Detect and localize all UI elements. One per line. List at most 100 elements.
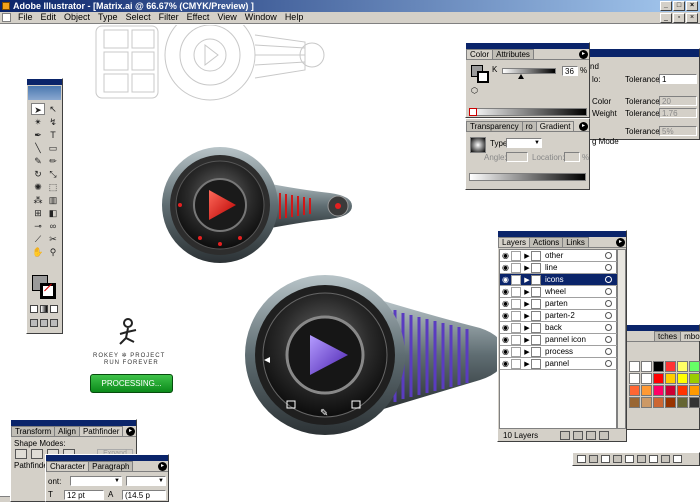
tab-align[interactable]: Align [54, 426, 80, 436]
swatch-btn-1[interactable] [577, 455, 586, 463]
gradient-location-field[interactable] [564, 152, 580, 162]
color-swatch[interactable] [677, 373, 688, 384]
target-icon[interactable] [605, 312, 612, 319]
menu-view[interactable]: View [213, 12, 240, 23]
tab-pathfinder[interactable]: Pathfinder [78, 426, 124, 436]
color-swatch[interactable] [653, 397, 664, 408]
target-icon[interactable] [605, 252, 612, 259]
eye-icon[interactable]: ◉ [500, 287, 511, 296]
font-style-select[interactable]: ▼ [126, 476, 166, 486]
swatch-btn-7[interactable] [649, 455, 658, 463]
direct-selection-tool-icon[interactable]: ↖ [46, 103, 60, 115]
tolerance-field-2[interactable]: 1.76 [659, 108, 697, 118]
color-swatch[interactable] [653, 385, 664, 396]
swatch-btn-8[interactable] [661, 455, 670, 463]
type-tool-icon[interactable]: T [46, 129, 60, 141]
delete-layer-button[interactable] [599, 431, 609, 440]
toolbox-titlebar[interactable] [27, 79, 62, 85]
eyedropper-tool-icon[interactable]: ⊸ [31, 220, 45, 232]
eye-icon[interactable]: ◉ [500, 251, 511, 260]
color-swatch[interactable] [653, 373, 664, 384]
new-layer-button[interactable] [586, 431, 596, 440]
gradient-preview-swatch[interactable] [470, 137, 486, 153]
color-swatch[interactable] [665, 361, 676, 372]
layer-row[interactable]: ◉ ▶ parten [500, 298, 618, 310]
pencil-tool-icon[interactable]: ✏ [46, 155, 60, 167]
target-icon[interactable] [605, 300, 612, 307]
eye-icon[interactable]: ◉ [500, 347, 511, 356]
expand-arrow-icon[interactable]: ▶ [523, 276, 531, 284]
lock-toggle[interactable] [511, 250, 521, 261]
tab-symbols[interactable]: mbols [680, 331, 700, 341]
color-stroke-proxy[interactable] [477, 71, 489, 83]
leading-field[interactable]: (14.5 p [122, 490, 166, 500]
eye-icon[interactable]: ◉ [500, 311, 511, 320]
lock-toggle[interactable] [511, 262, 521, 273]
layer-row[interactable]: ◉ ▶ back [500, 322, 618, 334]
eye-icon[interactable]: ◉ [500, 275, 511, 284]
expand-arrow-icon[interactable]: ▶ [523, 360, 531, 368]
tolerance-field-0[interactable]: 1 [659, 74, 697, 84]
target-icon[interactable] [605, 348, 612, 355]
expand-arrow-icon[interactable]: ▶ [523, 336, 531, 344]
minimize-button[interactable]: _ [660, 1, 672, 11]
tab-links[interactable]: Links [562, 237, 589, 247]
eye-icon[interactable]: ◉ [500, 335, 511, 344]
color-spectrum-bar[interactable] [469, 108, 587, 116]
character-menu-icon[interactable]: ▸ [158, 462, 167, 471]
color-panel-menu-icon[interactable]: ▸ [579, 50, 588, 59]
scissors-tool-icon[interactable]: ✂ [46, 233, 60, 245]
layer-row[interactable]: ◉ ▶ pannel icon [500, 334, 618, 346]
eye-icon[interactable]: ◉ [500, 359, 511, 368]
gradient-tool-icon[interactable]: ◧ [46, 207, 60, 219]
mesh-tool-icon[interactable]: ⊞ [31, 207, 45, 219]
lock-toggle[interactable] [511, 322, 521, 333]
target-icon[interactable] [605, 288, 612, 295]
menu-edit[interactable]: Edit [37, 12, 61, 23]
pathfinder-menu-icon[interactable]: ▸ [126, 427, 135, 436]
screen-mode-button-3[interactable] [50, 319, 58, 327]
free-transform-tool-icon[interactable]: ⬚ [46, 181, 60, 193]
color-swatch[interactable] [629, 373, 640, 384]
gradient-type-select[interactable]: ▼ [506, 138, 542, 148]
none-mode-button[interactable] [50, 305, 58, 313]
color-swatch[interactable] [641, 361, 652, 372]
expand-arrow-icon[interactable]: ▶ [523, 300, 531, 308]
swatch-btn-6[interactable] [637, 455, 646, 463]
layer-row[interactable]: ◉ ▶ pannel [500, 358, 618, 370]
pen-tool-icon[interactable]: ✒ [31, 129, 45, 141]
color-swatch[interactable] [689, 361, 700, 372]
rotate-tool-icon[interactable]: ↻ [31, 168, 45, 180]
line-tool-icon[interactable]: ╲ [31, 142, 45, 154]
eye-icon[interactable]: ◉ [500, 299, 511, 308]
tolerance-field-1[interactable]: 20 [659, 96, 697, 106]
new-sublayer-button[interactable] [573, 431, 583, 440]
tab-color[interactable]: Color [466, 49, 494, 59]
rectangle-tool-icon[interactable]: ▭ [46, 142, 60, 154]
tab-attributes[interactable]: Attributes [492, 49, 534, 59]
tab-gradient[interactable]: Gradient [535, 121, 575, 131]
tab-actions[interactable]: Actions [529, 237, 564, 247]
color-swatch[interactable] [677, 361, 688, 372]
gradient-panel-menu-icon[interactable]: ▸ [579, 122, 588, 131]
color-mode-button[interactable] [30, 305, 38, 313]
doc-minimize-button[interactable]: _ [660, 13, 672, 23]
eye-icon[interactable]: ◉ [500, 323, 511, 332]
color-swatch[interactable] [665, 373, 676, 384]
k-slider-thumb[interactable] [518, 74, 524, 79]
gradient-slider-bar[interactable] [469, 173, 586, 181]
color-swatch[interactable] [665, 385, 676, 396]
selection-tool-icon[interactable]: ➤ [31, 103, 45, 115]
warp-tool-icon[interactable]: ✺ [31, 181, 45, 193]
color-swatch[interactable] [689, 397, 700, 408]
expand-arrow-icon[interactable]: ▶ [523, 288, 531, 296]
magic-wand-tool-icon[interactable]: ✴ [31, 116, 45, 128]
layer-row[interactable]: ◉ ▶ parten-2 [500, 310, 618, 322]
color-swatch[interactable] [641, 397, 652, 408]
close-button[interactable]: × [686, 1, 698, 11]
expand-arrow-icon[interactable]: ▶ [523, 264, 531, 272]
tab-transform[interactable]: Transform [11, 426, 56, 436]
color-swatch[interactable] [677, 397, 688, 408]
menu-object[interactable]: Object [60, 12, 94, 23]
color-swatch[interactable] [641, 373, 652, 384]
